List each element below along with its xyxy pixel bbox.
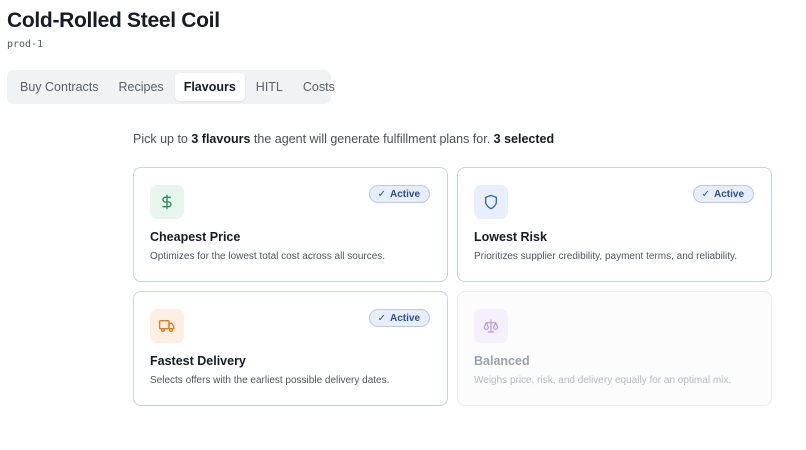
flavour-description: Optimizes for the lowest total cost acro…: [150, 251, 386, 262]
flavour-title: Cheapest Price: [150, 230, 241, 244]
flavour-title: Lowest Risk: [474, 230, 547, 244]
flavour-card-balanced[interactable]: Balanced Weighs price, risk, and deliver…: [457, 291, 772, 406]
flavour-instructions: Pick up to 3 flavours the agent will gen…: [133, 132, 554, 146]
flavour-card-fastest-delivery[interactable]: ✓ Active Fastest Delivery Selects offers…: [133, 291, 448, 406]
flavour-description: Weighs price, risk, and delivery equally…: [474, 375, 732, 386]
tab-bar: Buy Contracts Recipes Flavours HITL Cost…: [7, 70, 335, 104]
badge-label: Active: [713, 188, 744, 200]
flavour-limit: 3 flavours: [191, 132, 251, 146]
badge-label: Active: [389, 312, 420, 324]
product-id: prod-1: [7, 39, 44, 50]
flavour-description: Prioritizes supplier credibility, paymen…: [474, 251, 738, 262]
flavour-card-cheapest-price[interactable]: ✓ Active Cheapest Price Optimizes for th…: [133, 167, 448, 282]
selected-count: 3 selected: [493, 132, 555, 146]
check-icon: ✓: [377, 312, 386, 324]
active-badge: ✓ Active: [692, 185, 754, 203]
tab-hitl[interactable]: HITL: [247, 73, 292, 101]
scale-icon: [474, 309, 508, 343]
check-icon: ✓: [701, 188, 710, 200]
tab-recipes[interactable]: Recipes: [110, 73, 173, 101]
dollar-icon: [150, 185, 184, 219]
badge-label: Active: [389, 188, 420, 200]
tab-buy-contracts[interactable]: Buy Contracts: [11, 73, 108, 101]
flavour-title: Fastest Delivery: [150, 354, 246, 368]
flavour-card-lowest-risk[interactable]: ✓ Active Lowest Risk Prioritizes supplie…: [457, 167, 772, 282]
page-title: Cold-Rolled Steel Coil: [7, 9, 220, 32]
intro-prefix: Pick up to: [133, 132, 188, 146]
check-icon: ✓: [377, 188, 386, 200]
tab-costs[interactable]: Costs: [294, 73, 344, 101]
tab-flavours[interactable]: Flavours: [174, 73, 245, 101]
active-badge: ✓ Active: [368, 185, 430, 203]
shield-icon: [474, 185, 508, 219]
flavour-title: Balanced: [474, 354, 530, 368]
active-badge: ✓ Active: [368, 309, 430, 327]
truck-icon: [150, 309, 184, 343]
flavour-description: Selects offers with the earliest possibl…: [150, 375, 390, 386]
intro-middle: the agent will generate fulfillment plan…: [253, 132, 491, 146]
